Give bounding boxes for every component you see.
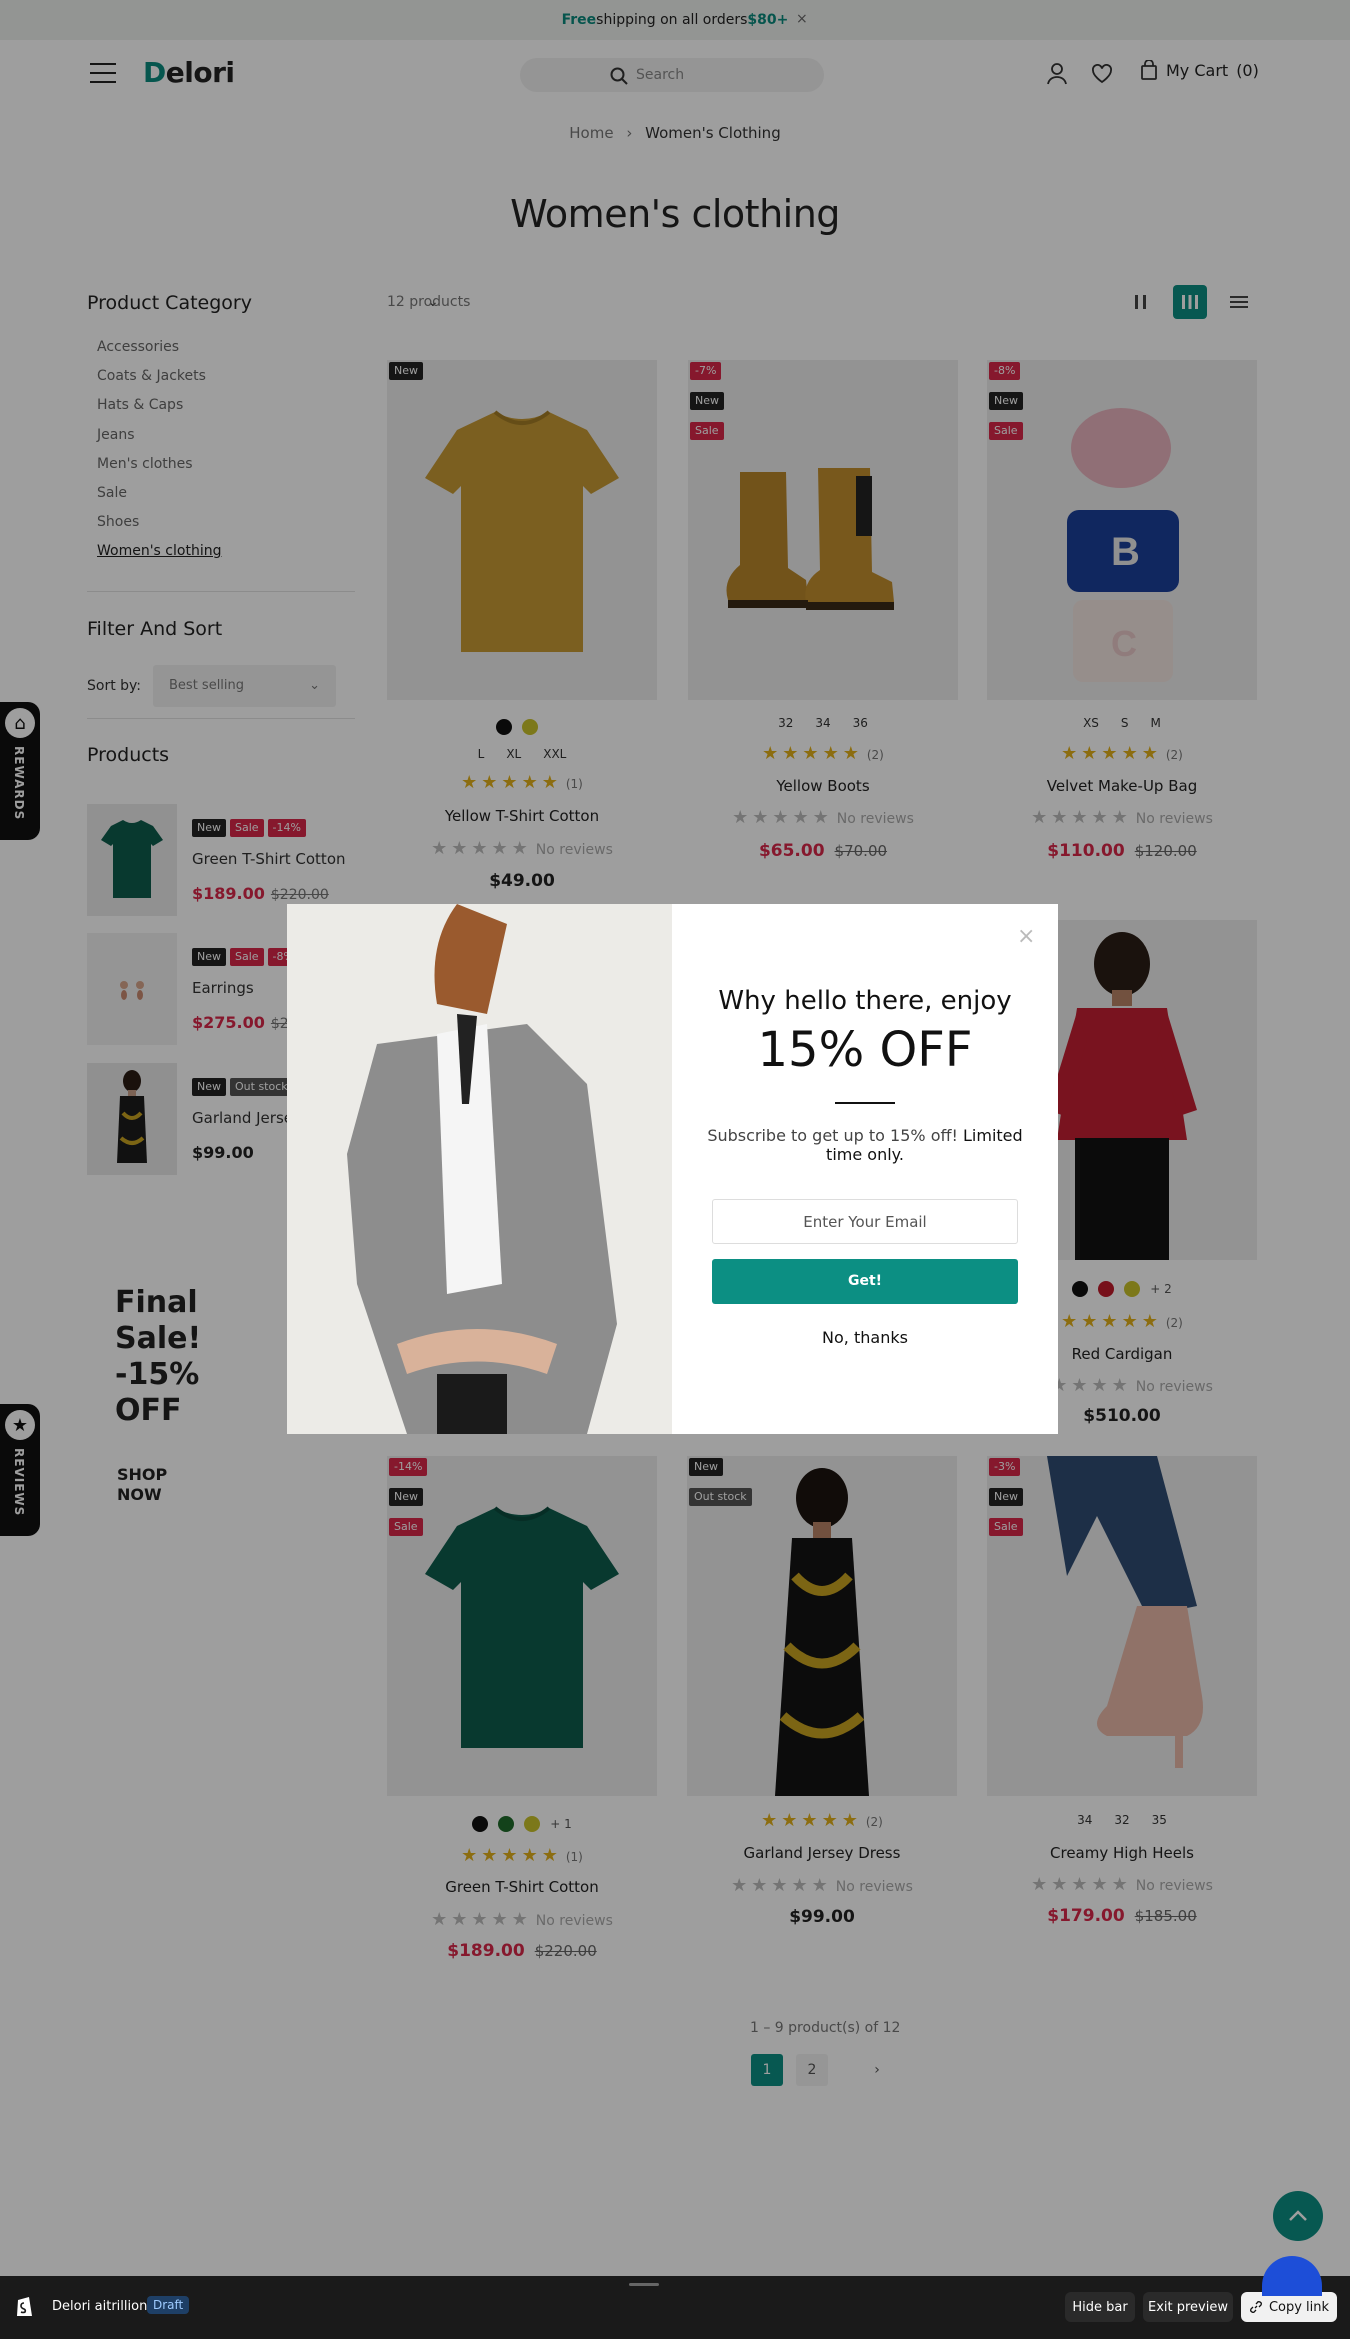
store-name: Delori aitrillion <box>52 2299 148 2314</box>
email-field[interactable]: Enter Your Email <box>712 1199 1018 1244</box>
exit-preview-button[interactable]: Exit preview <box>1143 2292 1233 2322</box>
popup-headline: Why hello there, enjoy <box>718 986 1012 1016</box>
popup-subtext: Subscribe to get up to 15% off! Limited … <box>707 1126 1023 1164</box>
copy-link-label: Copy link <box>1268 2299 1330 2315</box>
link-icon <box>1249 2301 1262 2313</box>
popup-offer: 15% OFF <box>757 1022 973 1078</box>
submit-button[interactable]: Get! <box>712 1259 1018 1304</box>
copy-link-button[interactable]: Copy link <box>1241 2292 1337 2322</box>
status-badge: Draft <box>147 2296 190 2314</box>
popup-subtext-a: Subscribe to get up to 15% off! <box>707 1126 964 1145</box>
newsletter-popup: × Why hello there, enjoy 15% OFF Subscri… <box>287 904 1058 1434</box>
drag-handle[interactable] <box>629 2283 659 2286</box>
popup-image <box>287 904 672 1434</box>
close-icon[interactable]: × <box>1017 924 1035 949</box>
shopify-icon <box>17 2297 32 2316</box>
hide-bar-button[interactable]: Hide bar <box>1065 2292 1135 2322</box>
decline-button[interactable]: No, thanks <box>672 1328 1058 1347</box>
divider <box>835 1102 895 1104</box>
